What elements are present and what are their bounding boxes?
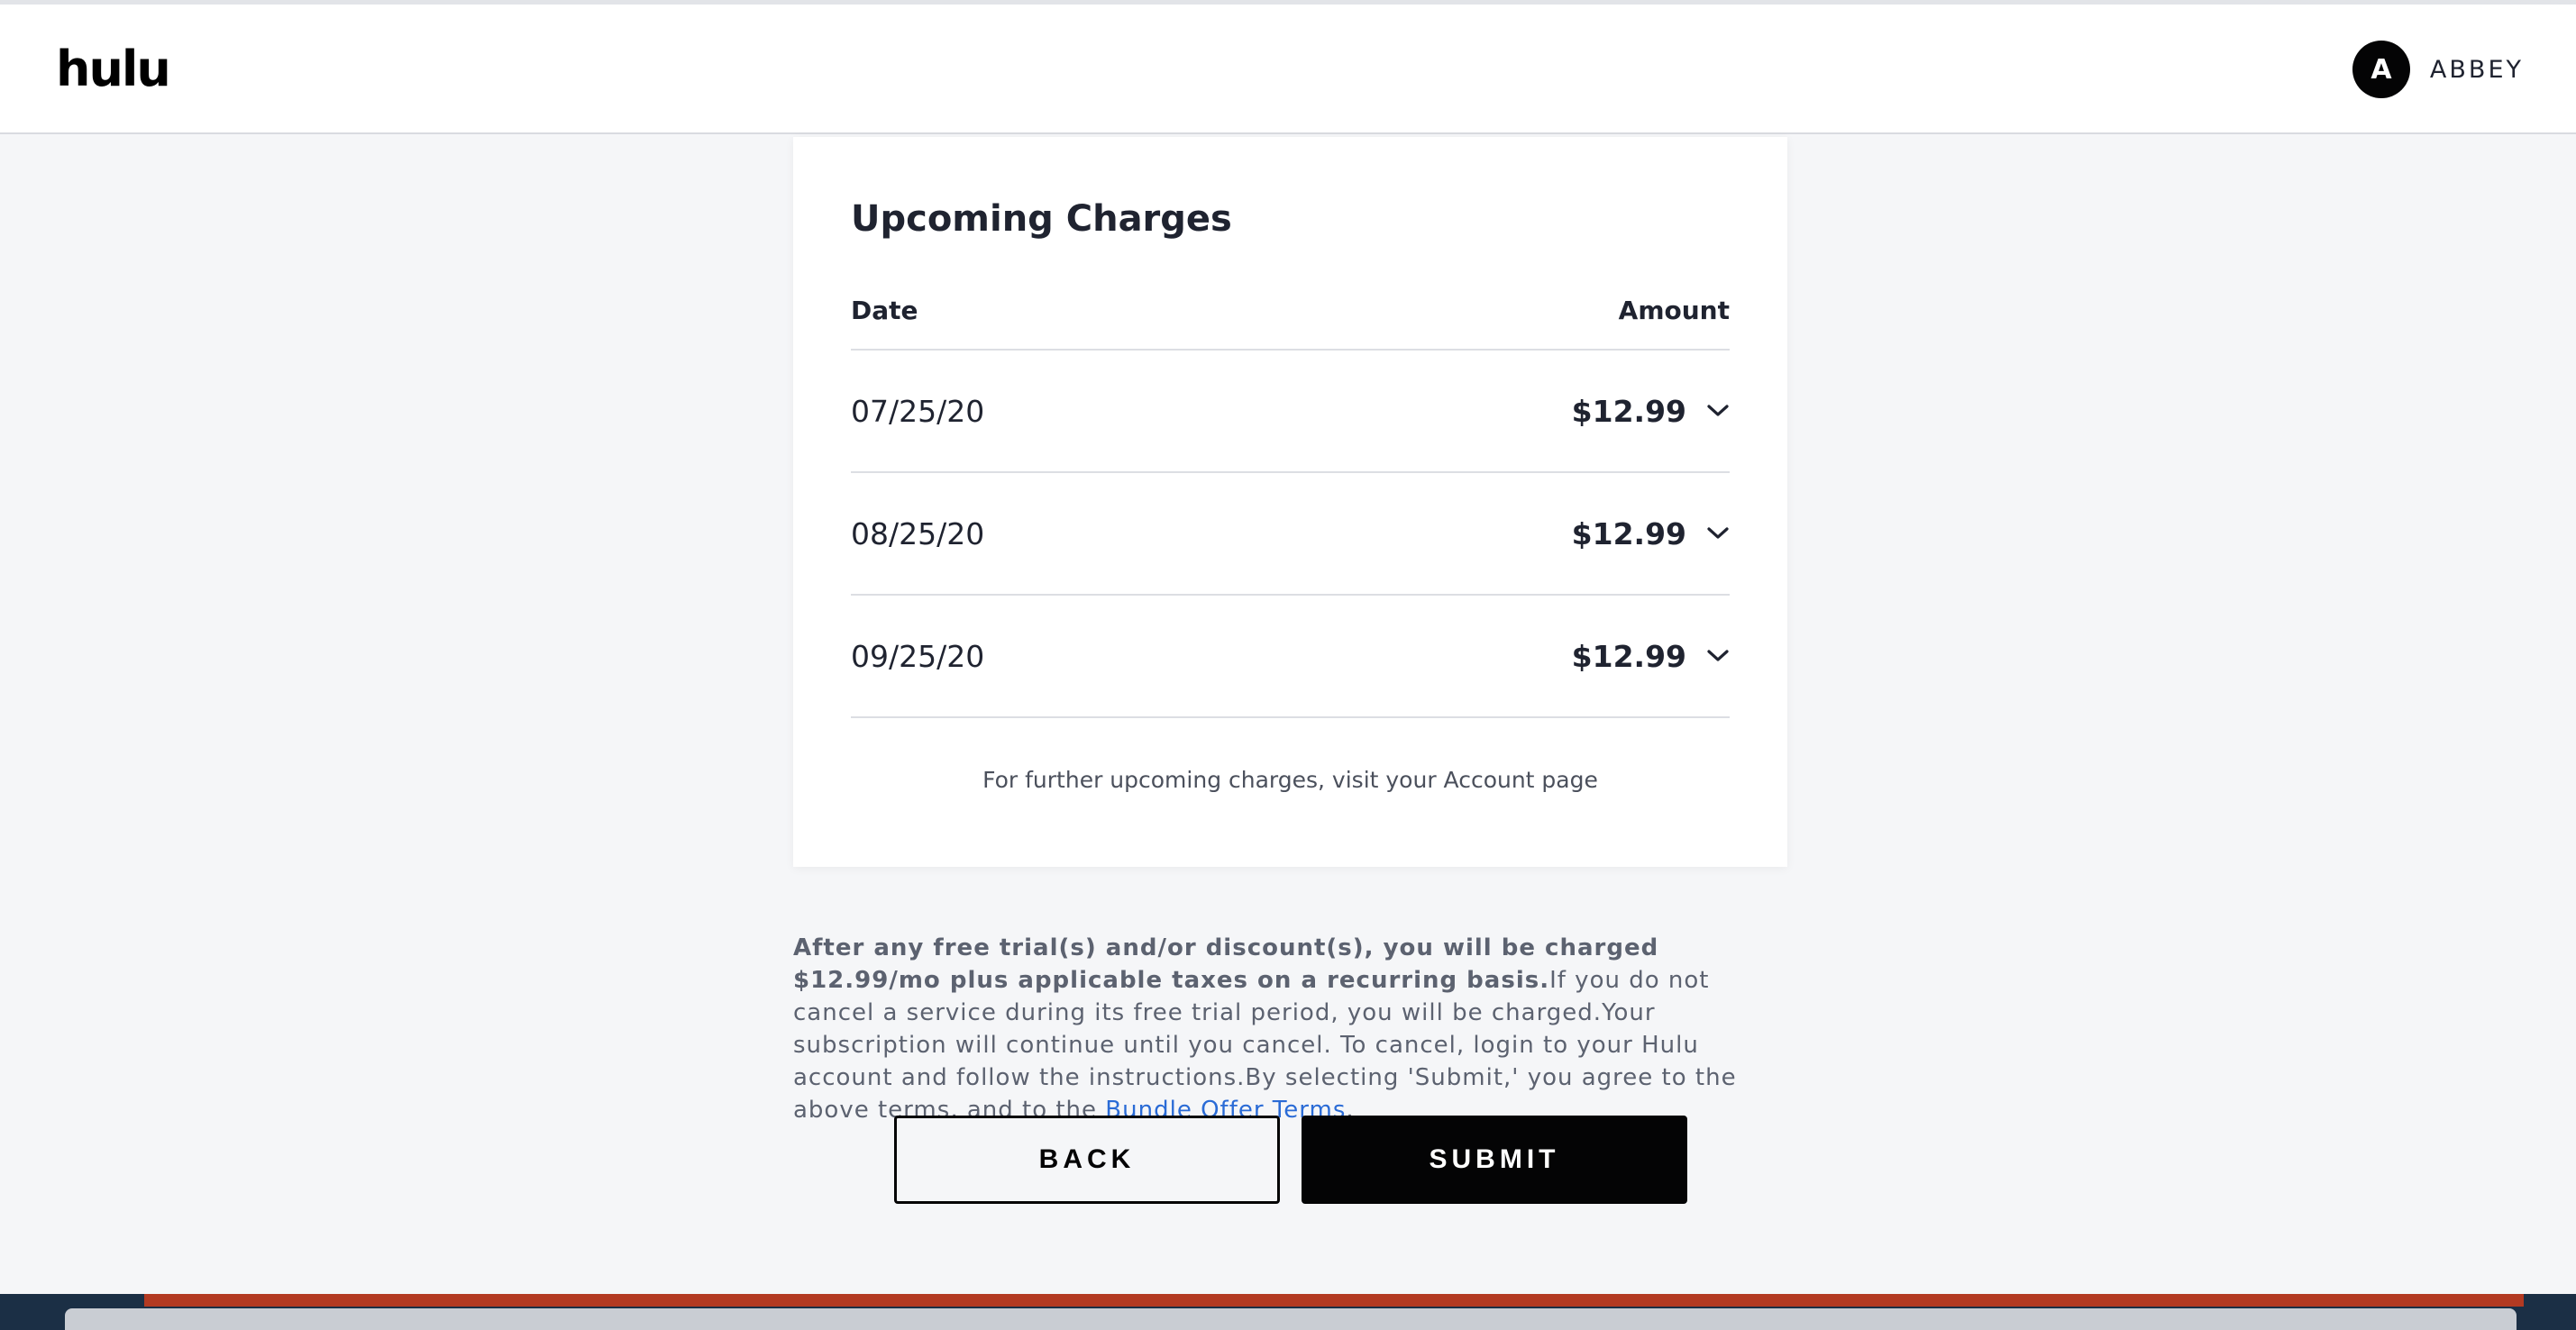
profile-menu[interactable]: A ABBEY (2352, 41, 2524, 98)
charge-amount: $12.99 (1571, 515, 1686, 551)
amount-column-header: Amount (1618, 296, 1730, 325)
charge-row[interactable]: 08/25/20 $12.99 (851, 473, 1730, 596)
site-header: hulu A ABBEY (0, 5, 2576, 134)
charge-date: 09/25/20 (851, 638, 985, 674)
charge-amount: $12.99 (1571, 638, 1686, 674)
upcoming-charges-card: Upcoming Charges Date Amount 07/25/20 $1… (793, 137, 1787, 867)
desktop-wallpaper-strip (144, 1294, 2524, 1307)
date-column-header: Date (851, 296, 918, 325)
dock (65, 1308, 2517, 1330)
submit-button[interactable]: SUBMIT (1302, 1116, 1687, 1204)
charge-row[interactable]: 09/25/20 $12.99 (851, 596, 1730, 718)
charge-date: 08/25/20 (851, 515, 985, 551)
further-charges-note: For further upcoming charges, visit your… (982, 767, 1598, 793)
avatar[interactable]: A (2352, 41, 2410, 98)
charge-amount: $12.99 (1571, 393, 1686, 429)
card-title: Upcoming Charges (851, 198, 1232, 240)
charge-date: 07/25/20 (851, 393, 985, 429)
terms-text: After any free trial(s) and/or discount(… (793, 932, 1776, 1126)
charge-row[interactable]: 07/25/20 $12.99 (851, 351, 1730, 473)
charges-table-header: Date Amount (851, 296, 1730, 351)
terms-bold-text: After any free trial(s) and/or discount(… (793, 934, 1659, 994)
chevron-down-icon[interactable] (1706, 525, 1730, 542)
chevron-down-icon[interactable] (1706, 403, 1730, 419)
profile-name[interactable]: ABBEY (2430, 56, 2524, 84)
back-button[interactable]: BACK (894, 1116, 1280, 1204)
hulu-logo[interactable]: hulu (56, 41, 171, 97)
chevron-down-icon[interactable] (1706, 648, 1730, 664)
